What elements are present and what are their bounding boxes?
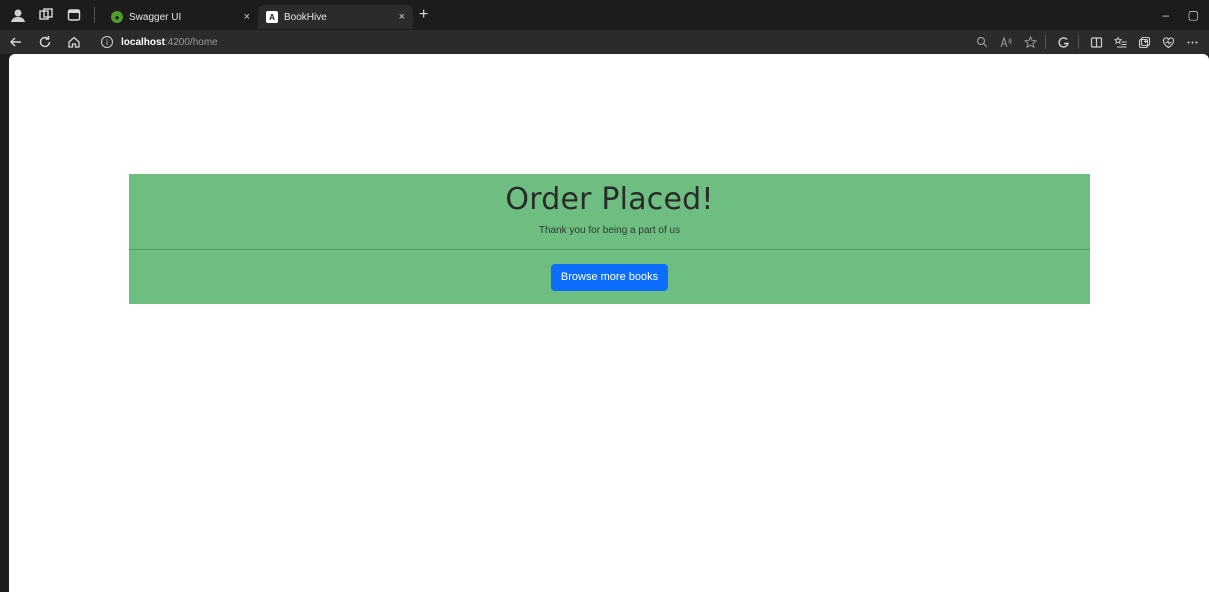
order-confirmation-card: Order Placed! Thank you for being a part… <box>129 174 1090 304</box>
thank-you-message: Thank you for being a part of us <box>538 225 681 236</box>
browser-essentials-icon[interactable] <box>1157 31 1179 53</box>
close-icon[interactable]: × <box>399 11 405 23</box>
tool-separator <box>1078 35 1079 49</box>
site-info-icon[interactable]: i <box>101 36 113 48</box>
page-title: Order Placed! <box>505 182 714 217</box>
favorite-star-icon[interactable] <box>1019 31 1041 53</box>
tab-title: Swagger UI <box>129 11 182 23</box>
address-bar[interactable]: i localhost:4200/home <box>95 32 955 52</box>
tab-swagger-ui[interactable]: ● Swagger UI × <box>103 5 258 29</box>
profile-icon[interactable] <box>8 5 28 25</box>
swagger-icon: ● <box>111 11 123 23</box>
favorites-list-icon[interactable] <box>1109 31 1131 53</box>
home-button[interactable] <box>61 31 87 53</box>
angular-icon: A <box>266 11 278 23</box>
tool-separator <box>1045 35 1046 49</box>
home-icon <box>68 36 80 48</box>
new-tab-button[interactable]: + <box>419 6 428 24</box>
minimize-icon: – <box>1162 8 1169 22</box>
refresh-button[interactable] <box>32 31 58 53</box>
card-footer: Browse more books <box>129 250 1090 304</box>
tab-separator <box>94 7 95 23</box>
restore-button[interactable]: ▢ <box>1188 0 1199 30</box>
more-options-icon[interactable] <box>1181 31 1203 53</box>
browse-more-books-button[interactable]: Browse more books <box>550 263 669 291</box>
workspaces-icon[interactable] <box>36 5 56 25</box>
tab-bookhive[interactable]: A BookHive × <box>258 5 413 29</box>
collections-icon[interactable] <box>1133 31 1155 53</box>
tab-title: BookHive <box>284 11 327 23</box>
close-icon[interactable]: × <box>244 11 250 23</box>
url-host: localhost <box>121 36 165 48</box>
split-screen-icon[interactable] <box>1085 31 1107 53</box>
refresh-icon <box>39 36 51 48</box>
url-path: :4200/home <box>164 36 218 48</box>
card-header: Order Placed! Thank you for being a part… <box>129 174 1090 250</box>
zoom-icon[interactable] <box>971 31 993 53</box>
minimize-button[interactable]: – <box>1162 0 1169 30</box>
back-button[interactable] <box>3 31 29 53</box>
tab-actions-icon[interactable] <box>64 5 84 25</box>
browser-tools <box>969 30 1203 54</box>
back-arrow-icon <box>10 37 21 47</box>
page-viewport: Order Placed! Thank you for being a part… <box>9 54 1209 592</box>
copilot-icon[interactable] <box>1052 31 1074 53</box>
read-aloud-icon[interactable] <box>995 31 1017 53</box>
restore-icon: ▢ <box>1187 8 1199 22</box>
tab-strip: ● Swagger UI × A BookHive × + <box>0 0 1209 30</box>
